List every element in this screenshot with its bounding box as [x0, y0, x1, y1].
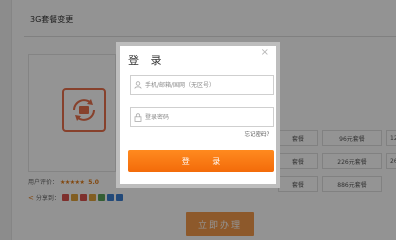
close-icon[interactable]: × [261, 47, 269, 59]
lock-icon [131, 108, 145, 126]
user-icon [131, 76, 145, 94]
forgot-password-link[interactable]: 忘记密码？ [244, 130, 272, 138]
username-input[interactable] [145, 77, 271, 93]
password-field[interactable] [130, 107, 274, 127]
login-modal-title: 登 录 [128, 54, 166, 67]
password-input[interactable] [145, 109, 271, 125]
login-modal-body: 登 录 × 忘记密码？ 登 录 [120, 46, 276, 184]
username-field[interactable] [130, 75, 274, 95]
login-modal: 登 录 × 忘记密码？ 登 录 [116, 42, 280, 188]
login-submit-button[interactable]: 登 录 [128, 150, 274, 172]
